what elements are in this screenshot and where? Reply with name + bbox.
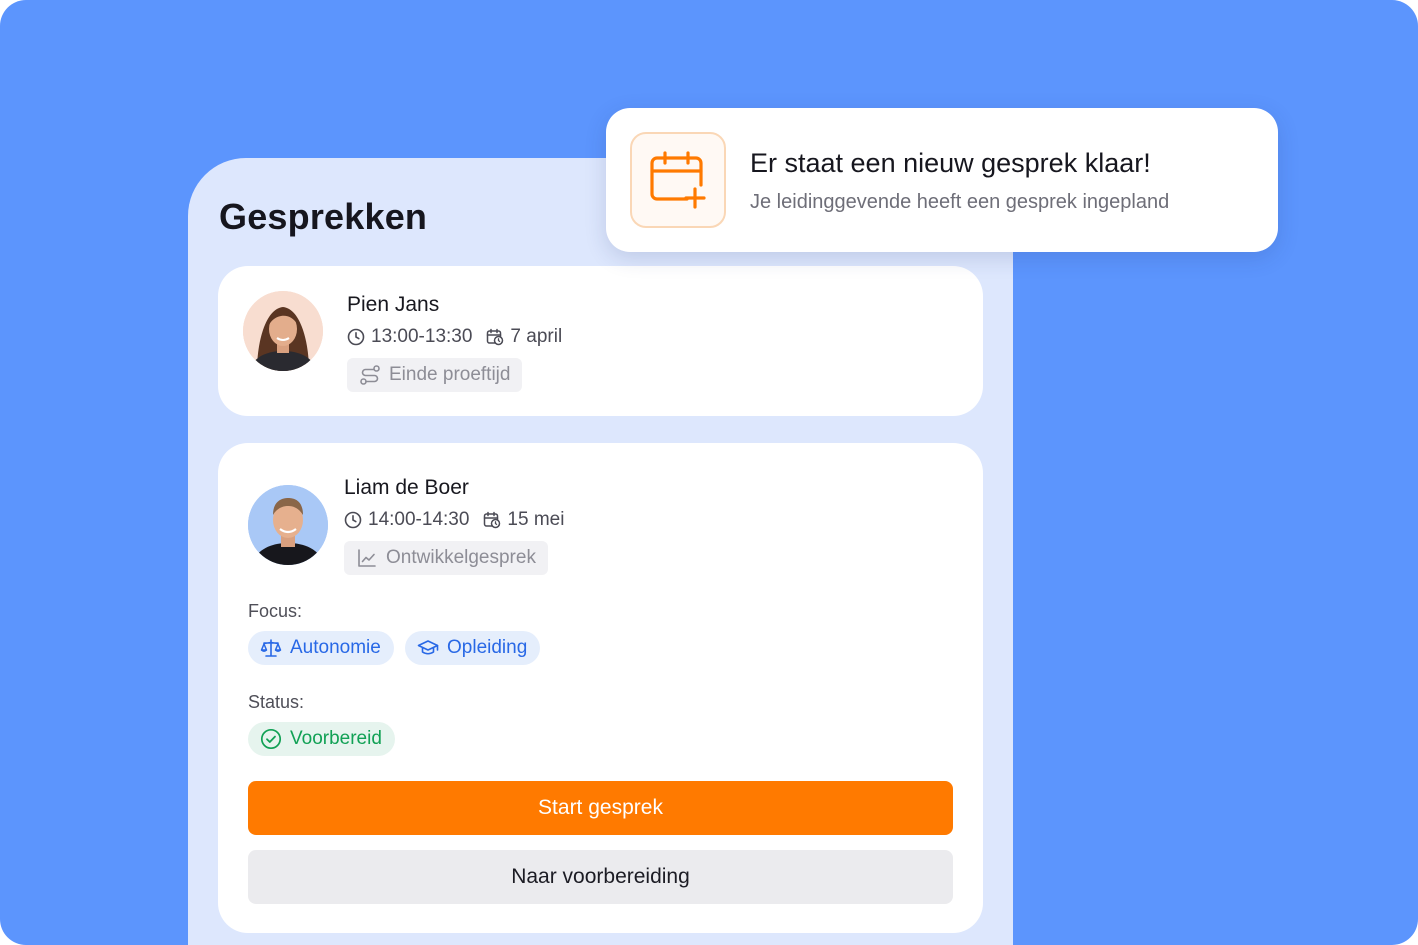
meeting-card: Liam de Boer 14:00-14:30 15 mei Ontwikke… <box>218 443 983 933</box>
status-label: Status: <box>248 692 305 712</box>
avatar <box>248 485 328 565</box>
meeting-card[interactable]: Pien Jans 13:00-13:30 7 april Einde proe… <box>218 266 983 416</box>
clock-icon <box>344 511 362 529</box>
meeting-type-tag: Ontwikkelgesprek <box>344 541 548 575</box>
meeting-time: 13:00-13:30 <box>371 326 473 347</box>
avatar <box>243 291 323 371</box>
meeting-time: 14:00-14:30 <box>368 509 470 530</box>
check-circle-icon <box>260 728 282 750</box>
meeting-meta: 14:00-14:30 15 mei <box>344 509 564 531</box>
start-gesprek-button[interactable]: Start gesprek <box>248 781 953 835</box>
meeting-name: Liam de Boer <box>344 476 469 499</box>
notification-subtitle: Je leidinggevende heeft een gesprek inge… <box>750 191 1170 213</box>
meeting-meta: 13:00-13:30 7 april <box>347 326 562 348</box>
notification-title: Er staat een nieuw gesprek klaar! <box>750 148 1151 178</box>
meeting-name: Pien Jans <box>347 293 440 316</box>
status-badge-label: Voorbereid <box>290 728 382 749</box>
focus-label: Focus: <box>248 601 303 621</box>
clock-icon <box>347 328 365 346</box>
meeting-type-tag: Einde proeftijd <box>347 358 523 392</box>
naar-voorbereiding-button[interactable]: Naar voorbereiding <box>248 850 953 904</box>
calendar-clock-icon <box>483 511 501 529</box>
meeting-type-label: Ontwikkelgesprek <box>386 547 536 568</box>
meeting-type-label: Einde proeftijd <box>389 364 511 385</box>
page-title: Gesprekken <box>219 196 428 237</box>
notification-toast[interactable]: Er staat een nieuw gesprek klaar! Je lei… <box>606 108 1278 252</box>
graduation-cap-icon <box>417 637 439 659</box>
calendar-plus-icon <box>630 132 726 228</box>
meeting-date: 7 april <box>510 326 563 347</box>
status-badge: Voorbereid <box>248 722 395 756</box>
focus-chip-autonomie: Autonomie <box>248 631 394 665</box>
app-background: Gesprekken Pien Jans 13:00-13:30 7 april… <box>0 0 1418 945</box>
focus-chip-opleiding: Opleiding <box>405 631 541 665</box>
meeting-date: 15 mei <box>507 509 565 530</box>
scale-icon <box>260 637 282 659</box>
calendar-clock-icon <box>486 328 504 346</box>
line-chart-icon <box>356 547 378 569</box>
conversations-panel: Gesprekken Pien Jans 13:00-13:30 7 april… <box>188 158 1013 945</box>
focus-chip-label: Autonomie <box>290 637 381 658</box>
focus-chip-label: Opleiding <box>447 637 528 658</box>
route-icon <box>359 364 381 386</box>
